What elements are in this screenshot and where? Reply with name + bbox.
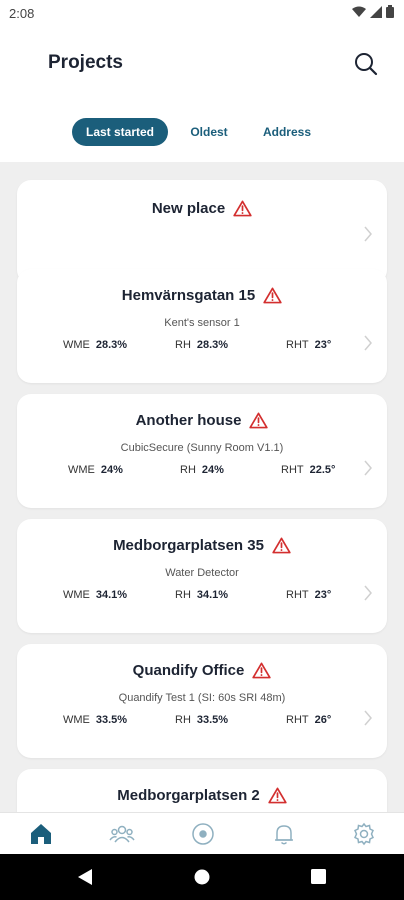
metric-rh: RH 28.3%	[175, 339, 228, 351]
metric-rht: RHT 22.5°	[281, 464, 335, 476]
metric-label: RHT	[286, 339, 309, 351]
metric-rht: RHT 26°	[286, 714, 331, 726]
chevron-right-icon	[364, 460, 372, 476]
metric-label: RHT	[281, 464, 304, 476]
tab-oldest[interactable]: Oldest	[182, 118, 236, 146]
metric-label: RH	[175, 714, 191, 726]
wifi-icon	[352, 6, 366, 17]
tab-last-started[interactable]: Last started	[72, 118, 168, 146]
page-title: Projects	[48, 52, 123, 73]
sensor-icon	[192, 823, 214, 845]
metric-wme: WME 24%	[68, 464, 123, 476]
sort-tabs: Last started Oldest Address	[0, 118, 404, 146]
metric-wme: WME 33.5%	[63, 714, 127, 726]
project-card[interactable]: Quandify Office Quandify Test 1 (SI: 60s…	[17, 644, 387, 758]
metric-value: 22.5°	[309, 464, 336, 476]
search-button[interactable]	[352, 50, 380, 78]
metric-value: 23°	[314, 339, 332, 351]
metric-label: WME	[63, 339, 90, 351]
metric-wme: WME 34.1%	[63, 589, 127, 601]
project-card[interactable]: Medborgarplatsen 35 Water Detector WME 34…	[17, 519, 387, 633]
gear-icon	[354, 822, 374, 846]
metric-rht: RHT 23°	[286, 339, 331, 351]
metric-value: 34.1%	[196, 589, 229, 601]
project-title: New place	[151, 200, 226, 217]
metric-value: 28.3%	[95, 339, 128, 351]
home-circle-icon[interactable]	[194, 869, 210, 885]
metric-label: RHT	[286, 714, 309, 726]
warning-icon	[272, 537, 291, 554]
warning-icon	[263, 287, 282, 304]
metric-label: WME	[63, 589, 90, 601]
search-icon	[355, 53, 378, 76]
nav-notifications[interactable]	[271, 821, 297, 847]
warning-icon	[268, 787, 287, 804]
metric-rh: RH 24%	[180, 464, 224, 476]
project-card[interactable]: Another house CubicSecure (Sunny Room V1…	[17, 394, 387, 508]
system-nav-bar	[0, 854, 404, 900]
project-sensor-name: Quandify Test 1 (SI: 60s SRI 48m)	[118, 692, 286, 704]
recents-icon[interactable]	[311, 869, 326, 884]
project-title: Medborgarplatsen 35	[113, 537, 264, 554]
bottom-nav	[0, 812, 404, 855]
project-sensor-name: Water Detector	[165, 567, 239, 579]
nav-people[interactable]	[109, 821, 135, 847]
signal-icon	[370, 5, 382, 18]
metric-label: RH	[180, 464, 196, 476]
project-list[interactable]: New place Hemvärnsgatan 15 Kent's sensor…	[0, 162, 404, 812]
project-card[interactable]: Medborgarplatsen 2	[17, 769, 387, 812]
metric-value: 33.5%	[196, 714, 229, 726]
project-title: Another house	[135, 412, 242, 429]
project-title: Quandify Office	[132, 662, 245, 679]
metric-value: 26°	[314, 714, 332, 726]
chevron-right-icon	[364, 585, 372, 601]
metric-label: RHT	[286, 589, 309, 601]
tab-address[interactable]: Address	[256, 118, 318, 146]
metric-value: 28.3%	[196, 339, 229, 351]
nav-settings[interactable]	[351, 821, 377, 847]
status-icons	[352, 5, 394, 18]
metric-rh: RH 33.5%	[175, 714, 228, 726]
metric-rht: RHT 23°	[286, 589, 331, 601]
bell-icon	[275, 825, 293, 845]
warning-icon	[233, 200, 252, 217]
people-icon	[109, 825, 135, 843]
metric-label: WME	[68, 464, 95, 476]
warning-icon	[252, 662, 272, 679]
metric-wme: WME 28.3%	[63, 339, 127, 351]
back-icon[interactable]	[77, 868, 93, 886]
nav-sensors[interactable]	[190, 821, 216, 847]
status-time: 2:08	[9, 6, 35, 21]
project-title: Medborgarplatsen 2	[117, 787, 260, 804]
project-sensor-name: Kent's sensor 1	[164, 317, 240, 329]
project-sensor-name: CubicSecure (Sunny Room V1.1)	[120, 442, 284, 454]
metric-value: 23°	[314, 589, 332, 601]
chevron-right-icon	[364, 335, 372, 351]
battery-icon	[386, 5, 394, 18]
chevron-right-icon	[364, 710, 372, 726]
metric-value: 34.1%	[95, 589, 128, 601]
project-card[interactable]: Hemvärnsgatan 15 Kent's sensor 1 WME 28.3…	[17, 269, 387, 383]
metric-value: 33.5%	[95, 714, 128, 726]
home-icon	[31, 824, 51, 844]
metric-value: 24%	[100, 464, 123, 476]
warning-icon	[249, 412, 269, 429]
metric-label: RH	[175, 339, 191, 351]
metric-value: 24%	[201, 464, 224, 476]
chevron-right-icon	[364, 226, 372, 242]
status-bar: 2:08	[0, 0, 404, 26]
metric-label: WME	[63, 714, 90, 726]
project-title: Hemvärnsgatan 15	[121, 287, 256, 304]
nav-home[interactable]	[28, 821, 54, 847]
app-header: Projects Last started Oldest Address	[0, 26, 404, 162]
metric-label: RH	[175, 589, 191, 601]
metric-rh: RH 34.1%	[175, 589, 228, 601]
